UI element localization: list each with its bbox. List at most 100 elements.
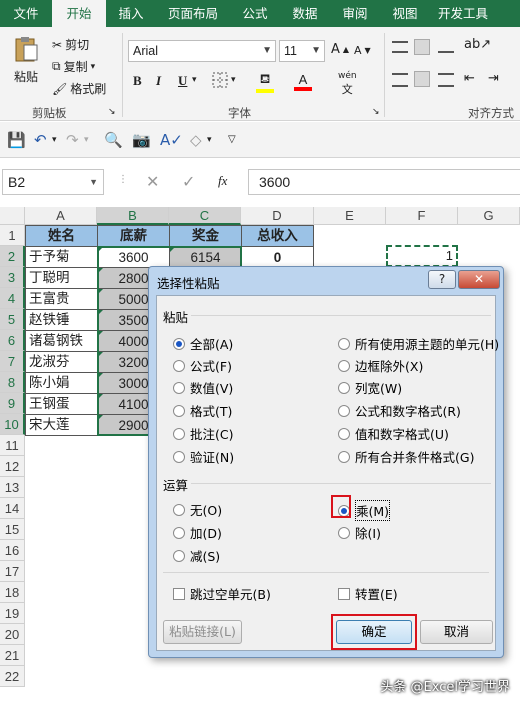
operation-divide[interactable]: 除(I) (338, 523, 381, 542)
print-preview-icon[interactable]: 🔍 (104, 131, 123, 149)
table-cell[interactable]: 诸葛钢铁 (25, 330, 98, 352)
camera-icon[interactable]: 📷 (132, 131, 151, 149)
paste-option-source-theme[interactable]: 所有使用源主题的单元(H) (338, 334, 499, 353)
table-cell[interactable]: 丁聪明 (25, 267, 98, 289)
paste-button[interactable]: 粘贴 (12, 35, 40, 85)
tab-developer[interactable]: 开发工具 (430, 0, 496, 27)
border-button[interactable]: ▾ (212, 72, 236, 88)
font-color-button[interactable]: A (294, 72, 312, 91)
paste-option-merge-conditional[interactable]: 所有合并条件格式(G) (338, 447, 474, 466)
chevron-down-icon[interactable]: ▾ (84, 135, 89, 145)
paste-option-comments[interactable]: 批注(C) (173, 424, 233, 443)
undo-icon[interactable]: ↶ (34, 131, 47, 149)
tab-data[interactable]: 数据 (280, 0, 330, 27)
paste-option-all[interactable]: 全部(A) (173, 334, 233, 353)
bottom-align-icon[interactable] (438, 41, 454, 53)
font-size-select[interactable]: 11 ▼ (279, 40, 325, 62)
spell-check-icon[interactable]: A✓ (160, 131, 183, 149)
row-header[interactable]: 13 (0, 477, 25, 498)
tab-view[interactable]: 视图 (380, 0, 430, 27)
paste-option-formulas-numbers[interactable]: 公式和数字格式(R) (338, 401, 461, 420)
column-header[interactable]: G (458, 207, 520, 225)
tab-review[interactable]: 审阅 (330, 0, 380, 27)
table-cell[interactable]: 陈小娟 (25, 372, 98, 394)
row-header[interactable]: 4 (0, 288, 25, 309)
tab-page-layout[interactable]: 页面布局 (156, 0, 230, 27)
row-header[interactable]: 10 (0, 414, 25, 435)
row-header[interactable]: 14 (0, 498, 25, 519)
align-right-icon[interactable] (438, 73, 454, 87)
fill-color-button[interactable]: ⛾ (256, 72, 274, 93)
row-header[interactable]: 3 (0, 267, 25, 288)
operation-none[interactable]: 无(O) (173, 500, 222, 519)
shapes-icon[interactable]: ◇ (190, 131, 202, 149)
table-cell[interactable]: 赵铁锤 (25, 309, 98, 331)
save-icon[interactable]: 💾 (7, 131, 26, 149)
table-cell[interactable]: 3600 (97, 246, 170, 268)
increase-font-button[interactable]: A ▲ (331, 42, 349, 57)
column-header[interactable]: D (241, 207, 314, 225)
copy-button[interactable]: ⧉ 复制 ▾ (52, 58, 95, 75)
column-header[interactable]: C (169, 207, 241, 225)
dialog-launcher-icon[interactable]: ↘ (372, 107, 380, 117)
row-header[interactable]: 20 (0, 624, 25, 645)
customize-qat-icon[interactable]: ▽ (228, 134, 236, 145)
table-cell[interactable]: 龙淑芬 (25, 351, 98, 373)
chevron-down-icon[interactable]: ▾ (192, 75, 197, 85)
tab-file[interactable]: 文件 (0, 0, 52, 27)
row-header[interactable]: 6 (0, 330, 25, 351)
help-button[interactable]: ? (428, 270, 456, 289)
align-center-icon[interactable] (414, 71, 430, 87)
tab-formulas[interactable]: 公式 (230, 0, 280, 27)
middle-align-icon[interactable] (414, 39, 430, 55)
cancel-icon[interactable]: ✕ (146, 172, 159, 191)
row-header[interactable]: 7 (0, 351, 25, 372)
table-cell[interactable]: 6154 (169, 246, 242, 268)
row-header[interactable]: 5 (0, 309, 25, 330)
tab-insert[interactable]: 插入 (106, 0, 156, 27)
paste-option-values-numbers[interactable]: 值和数字格式(U) (338, 424, 449, 443)
dialog-launcher-icon[interactable]: ↘ (108, 107, 116, 117)
row-header[interactable]: 22 (0, 666, 25, 687)
tab-home[interactable]: 开始 (52, 0, 106, 27)
paste-option-values[interactable]: 数值(V) (173, 378, 233, 397)
formula-input[interactable]: 3600 (248, 169, 520, 195)
table-cell[interactable]: 王钢蛋 (25, 393, 98, 415)
row-header[interactable]: 17 (0, 561, 25, 582)
bold-button[interactable]: B (133, 73, 142, 89)
table-header-cell[interactable]: 总收入 (241, 225, 314, 247)
underline-button[interactable]: U (178, 73, 187, 89)
name-box[interactable]: B2 ▼ (2, 169, 104, 195)
redo-icon[interactable]: ↷ (66, 131, 79, 149)
cancel-button[interactable]: 取消 (420, 620, 493, 644)
column-header[interactable]: E (314, 207, 386, 225)
skip-blanks-checkbox[interactable]: 跳过空单元(B) (173, 584, 271, 603)
paste-option-formats[interactable]: 格式(T) (173, 401, 232, 420)
table-header-cell[interactable]: 姓名 (25, 225, 98, 247)
paste-option-column-widths[interactable]: 列宽(W) (338, 378, 402, 397)
align-left-icon[interactable] (392, 73, 408, 87)
copy-marquee-cell[interactable]: 1 (386, 245, 458, 267)
paste-option-no-borders[interactable]: 边框除外(X) (338, 356, 423, 375)
enter-icon[interactable]: ✓ (182, 172, 195, 191)
table-cell[interactable]: 于予菊 (25, 246, 98, 268)
paste-option-validation[interactable]: 验证(N) (173, 447, 234, 466)
chevron-down-icon[interactable]: ▾ (52, 135, 57, 145)
operation-add[interactable]: 加(D) (173, 523, 222, 542)
font-name-select[interactable]: Arial ▼ (128, 40, 276, 62)
row-header[interactable]: 18 (0, 582, 25, 603)
insert-function-icon[interactable]: fx (218, 173, 227, 189)
row-header[interactable]: 12 (0, 456, 25, 477)
decrease-font-button[interactable]: A ▼ (354, 44, 371, 57)
format-painter-button[interactable]: 🖌 格式刷 (52, 80, 106, 97)
column-header[interactable]: A (25, 207, 97, 225)
row-header[interactable]: 21 (0, 645, 25, 666)
cut-button[interactable]: ✂ 剪切 (52, 36, 89, 53)
row-header[interactable]: 16 (0, 540, 25, 561)
paste-option-formulas[interactable]: 公式(F) (173, 356, 232, 375)
table-cell[interactable]: 宋大莲 (25, 414, 98, 436)
row-header[interactable]: 15 (0, 519, 25, 540)
row-header[interactable]: 1 (0, 225, 25, 246)
orientation-icon[interactable]: ab↗ (464, 37, 491, 52)
column-header[interactable]: B (97, 207, 169, 225)
